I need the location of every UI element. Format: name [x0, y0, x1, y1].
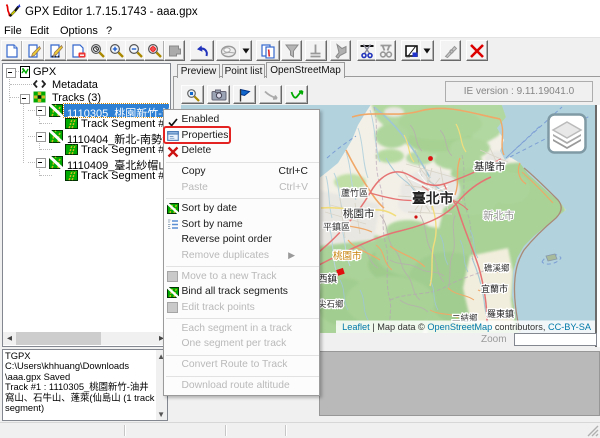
svg-text:新北市: 新北市 — [483, 209, 515, 222]
svg-text:礁溪鄉: 礁溪鄉 — [484, 263, 510, 273]
svg-text:桃園市: 桃園市 — [333, 250, 362, 262]
svg-text:宜蘭市: 宜蘭市 — [481, 283, 508, 294]
svg-text:羅東鎮: 羅東鎮 — [487, 308, 514, 319]
svg-text:尖石鄉: 尖石鄉 — [318, 299, 344, 309]
svg-text:平鎮區: 平鎮區 — [323, 221, 350, 232]
svg-text:蘆竹區: 蘆竹區 — [341, 187, 368, 198]
svg-text:西鎮: 西鎮 — [318, 273, 338, 285]
svg-text:基隆市: 基隆市 — [474, 160, 506, 173]
svg-text:臺北市: 臺北市 — [412, 190, 454, 206]
svg-text:Leaflet | Map data © OpenStree: Leaflet | Map data © OpenStreetMap contr… — [342, 322, 592, 332]
svg-text:桃園市: 桃園市 — [343, 207, 375, 220]
